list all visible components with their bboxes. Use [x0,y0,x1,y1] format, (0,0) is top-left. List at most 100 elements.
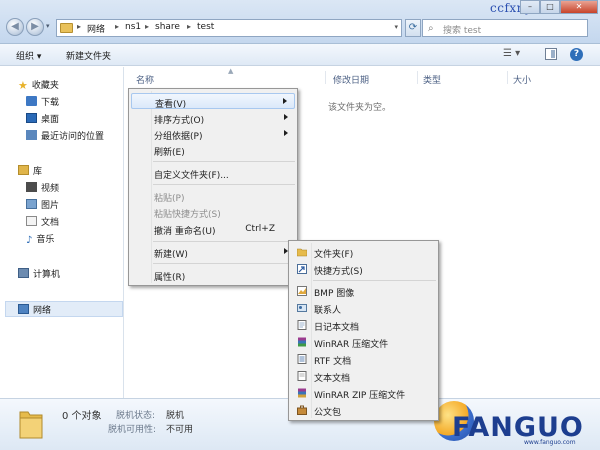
pictures-icon [26,199,37,209]
submenu-item-text-document[interactable]: 文本文档 [291,368,436,384]
submenu-item-journal-document[interactable]: 日记本文档 [291,317,436,333]
nav-network[interactable]: 网络 [18,303,51,317]
nav-item-pictures[interactable]: 图片 [26,198,59,212]
offline-status-label: 脱机状态: [116,411,156,421]
menu-separator [153,161,295,162]
breadcrumb-test[interactable]: test [197,22,214,32]
menu-item-sort-by[interactable]: 排序方式(O) [131,110,295,126]
menu-item-properties[interactable]: 属性(R) [131,267,295,283]
search-placeholder: 搜索 test [443,26,482,36]
menu-item-paste[interactable]: 粘贴(P) [131,188,295,204]
submenu-item-folder[interactable]: 文件夹(F) [291,244,436,260]
preview-pane-icon[interactable] [545,48,557,60]
menu-separator [153,184,295,185]
column-header-date-modified[interactable]: 修改日期 [333,73,369,86]
nav-item-downloads[interactable]: 下载 [26,95,59,109]
offline-availability-value: 不可用 [166,425,194,435]
submenu-item-bmp-image[interactable]: BMP 图像 [291,283,436,299]
folder-icon [297,248,307,257]
object-count: 0 个对象 [62,411,102,422]
search-input[interactable]: ⌕ 搜索 test [422,19,588,37]
breadcrumb-separator-icon[interactable]: ▸ [77,22,81,31]
library-icon [18,165,29,175]
column-header-type[interactable]: 类型 [423,73,441,86]
submenu-item-rtf-document[interactable]: RTF 文档 [291,351,436,367]
maximize-button[interactable]: □ [540,0,560,14]
address-bar[interactable]: ▸ 网络 ▸ ns1 ▸ share ▸ test ▾ [56,19,402,37]
column-separator[interactable] [417,71,418,84]
submenu-item-shortcut[interactable]: 快捷方式(S) [291,261,436,277]
minimize-button[interactable]: – [520,0,540,14]
network-icon [18,304,29,314]
documents-icon [26,216,37,226]
nav-libraries[interactable]: 库 [18,164,42,178]
recent-places-icon [26,130,37,140]
folder-icon [19,411,43,439]
submenu-arrow-icon [283,98,287,104]
menu-item-new[interactable]: 新建(W) [131,244,295,260]
text-document-icon [297,371,307,381]
context-menu: 查看(V) 排序方式(O) 分组依据(P) 刷新(E) 自定义文件夹(F)...… [128,88,298,286]
help-icon[interactable]: ? [570,48,583,61]
submenu-item-contact[interactable]: 联系人 [291,300,436,316]
new-folder-button[interactable]: 新建文件夹 [66,49,111,62]
toolbar: 组织 ▾ 新建文件夹 ☰ ▾ ? [0,44,600,66]
change-view-icon[interactable]: ☰ ▾ [503,48,520,59]
menu-item-refresh[interactable]: 刷新(E) [131,142,295,158]
downloads-folder-icon [26,96,37,106]
computer-icon [18,268,29,278]
column-header-name[interactable]: 名称 [136,73,154,86]
nav-computer[interactable]: 计算机 [18,267,60,281]
submenu-arrow-icon [284,114,288,120]
offline-availability-label: 脱机可用性: [108,425,157,435]
column-separator[interactable] [507,71,508,84]
breadcrumb-share[interactable]: share [155,22,180,32]
recent-pages-dropdown-icon[interactable]: ▾ [46,22,50,30]
search-icon: ⌕ [428,23,434,34]
winrar-zip-icon [298,388,306,398]
watermark-url: www.fanguo.com [524,439,576,446]
organize-button[interactable]: 组织 ▾ [16,49,41,62]
refresh-button[interactable]: ⟳ [405,19,421,37]
menu-item-customize-folder[interactable]: 自定义文件夹(F)... [131,165,295,181]
bmp-image-icon [297,286,307,296]
briefcase-icon [297,405,307,415]
breadcrumb-separator-icon[interactable]: ▸ [145,22,149,31]
breadcrumb-ns1[interactable]: ns1 [125,22,141,32]
back-button[interactable]: ◀ [6,18,24,36]
close-button[interactable]: ✕ [560,0,598,14]
column-separator[interactable] [325,71,326,84]
menu-item-paste-shortcut[interactable]: 粘贴快捷方式(S) [131,204,295,220]
shortcut-icon [297,264,307,274]
video-icon [26,182,37,192]
breadcrumb-network[interactable]: 网络 [87,22,105,35]
nav-item-recent-places[interactable]: 最近访问的位置 [26,129,104,143]
nav-favorites[interactable]: ★ 收藏夹 [18,78,59,92]
menu-separator [153,263,295,264]
star-icon: ★ [18,79,28,92]
journal-icon [297,320,307,330]
submenu-item-winrar-zip-archive[interactable]: WinRAR ZIP 压缩文件 [291,385,436,401]
music-icon: ♪ [26,235,33,246]
breadcrumb-separator-icon[interactable]: ▸ [115,22,119,31]
empty-folder-message: 该文件夹为空。 [328,103,392,113]
submenu-item-winrar-archive[interactable]: WinRAR 压缩文件 [291,334,436,350]
sort-arrow-icon: ▲ [228,67,234,75]
breadcrumb-separator-icon[interactable]: ▸ [187,22,191,31]
submenu-arrow-icon [284,130,288,136]
menu-item-undo-rename[interactable]: 撤消 重命名(U) Ctrl+Z [131,221,295,237]
nav-item-videos[interactable]: 视频 [26,181,59,195]
forward-button[interactable]: ▶ [26,18,44,36]
nav-item-music[interactable]: ♪ 音乐 [26,232,54,246]
menu-item-group-by[interactable]: 分组依据(P) [131,126,295,142]
menu-separator [153,241,295,242]
nav-item-documents[interactable]: 文档 [26,215,59,229]
column-header-size[interactable]: 大小 [513,73,531,86]
desktop-icon [26,113,37,123]
submenu-item-briefcase[interactable]: 公文包 [291,402,436,418]
address-dropdown-icon[interactable]: ▾ [394,23,398,31]
menu-shortcut: Ctrl+Z [245,224,275,234]
menu-item-view[interactable]: 查看(V) [131,93,295,110]
navigation-pane: ★ 收藏夹 下载 桌面 最近访问的位置 库 视频 图片 文档 ♪ 音乐 计算机 网络 [0,67,124,398]
nav-item-desktop[interactable]: 桌面 [26,112,59,126]
